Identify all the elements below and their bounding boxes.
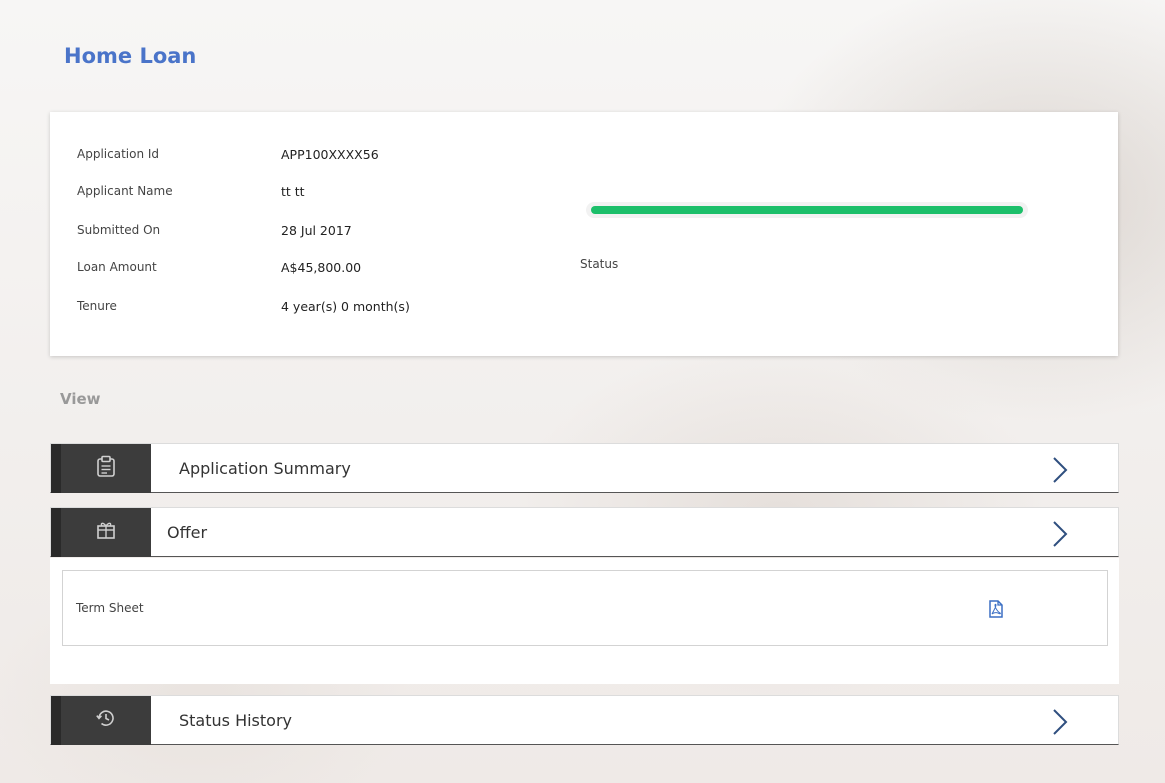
term-sheet-label: Term Sheet <box>76 601 144 615</box>
application-info-card: Application Id APP100XXXX56 Applicant Na… <box>50 112 1118 356</box>
info-row-loan-amount: Loan Amount A$45,800.00 <box>77 257 361 277</box>
loan-amount-label: Loan Amount <box>77 260 157 274</box>
tenure-label: Tenure <box>77 299 117 313</box>
applicant-name-label: Applicant Name <box>77 184 173 198</box>
chevron-right-icon[interactable] <box>1052 709 1068 739</box>
gift-icon <box>96 520 116 544</box>
status-progress-fill <box>591 206 1023 214</box>
clipboard-icon <box>96 455 116 481</box>
offer-label: Offer <box>167 522 208 542</box>
application-id-label: Application Id <box>77 147 160 161</box>
application-summary-icon-box <box>51 443 151 493</box>
tenure-value: 4 year(s) 0 month(s) <box>281 298 410 314</box>
pdf-document-icon[interactable] <box>988 600 1004 622</box>
application-summary-label: Application Summary <box>179 458 351 478</box>
status-progress-bar <box>586 202 1028 218</box>
applicant-name-value: tt tt <box>281 183 305 199</box>
loan-amount-value: A$45,800.00 <box>281 259 362 275</box>
submitted-on-label: Submitted On <box>77 223 161 237</box>
submitted-on-value: 28 Jul 2017 <box>281 222 352 238</box>
status-history-accordion[interactable]: Status History <box>50 695 1119 745</box>
application-summary-accordion[interactable]: Application Summary <box>50 443 1119 493</box>
info-row-tenure: Tenure 4 year(s) 0 month(s) <box>77 296 410 316</box>
status-history-icon-box <box>51 695 151 745</box>
status-label: Status <box>580 257 619 271</box>
status-history-label: Status History <box>179 710 292 730</box>
offer-icon-box <box>51 507 151 557</box>
offer-accordion[interactable]: Offer <box>50 507 1119 557</box>
term-sheet-row: Term Sheet <box>62 570 1108 646</box>
offer-panel: Term Sheet <box>50 558 1119 684</box>
info-row-application-id: Application Id APP100XXXX56 <box>77 144 379 164</box>
info-row-submitted-on: Submitted On 28 Jul 2017 <box>77 220 352 240</box>
chevron-right-icon[interactable] <box>1052 457 1068 487</box>
application-id-value: APP100XXXX56 <box>281 146 379 162</box>
chevron-right-icon[interactable] <box>1052 521 1068 551</box>
view-heading: View <box>60 390 101 408</box>
info-row-applicant-name: Applicant Name tt tt <box>77 181 305 201</box>
page-title: Home Loan <box>64 44 197 68</box>
history-icon <box>95 707 117 733</box>
